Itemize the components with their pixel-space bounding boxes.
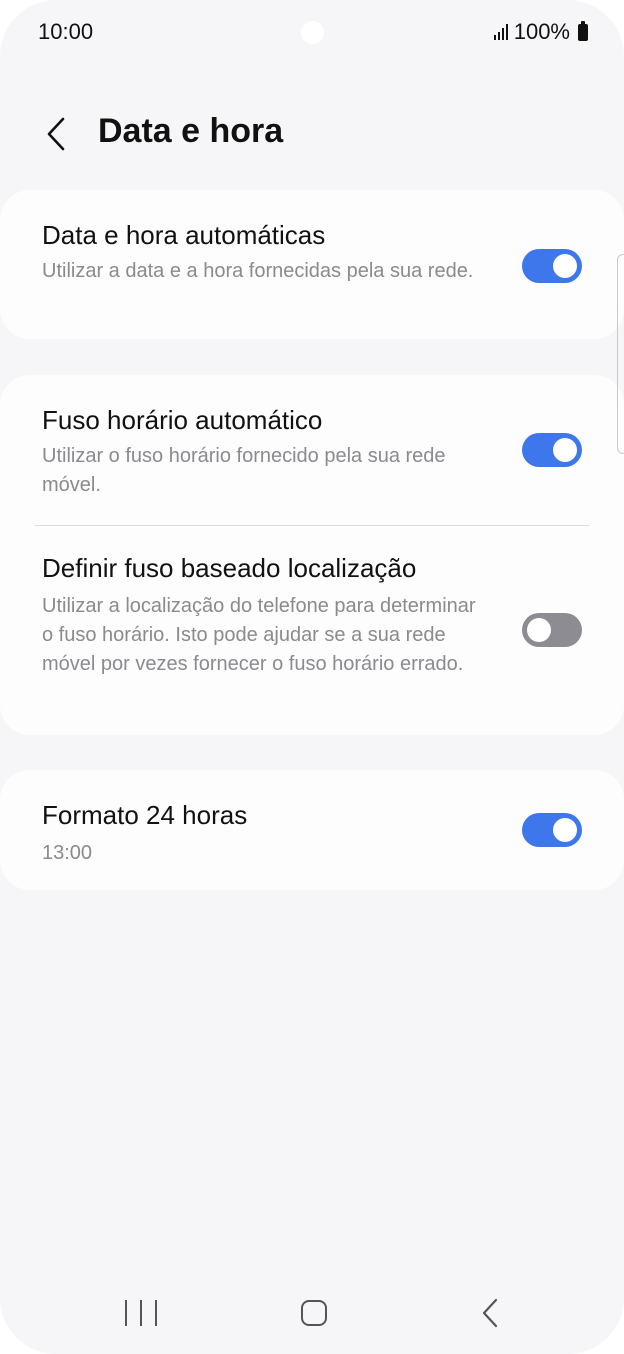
battery-percentage: 100% [513, 19, 570, 44]
chevron-left-icon [47, 117, 65, 151]
card-24h-format: Formato 24 horas 13:00 [0, 770, 624, 890]
location-timezone-toggle[interactable] [522, 613, 582, 647]
page-title: Data e hora [98, 112, 284, 150]
toggle-knob [553, 818, 577, 842]
phone-screen: 10:00 100% Data e hora Data e hora autom… [0, 0, 624, 1354]
setting-description: Utilizar a data e a hora fornecidas pela… [42, 260, 474, 282]
status-time: 10:00 [38, 19, 94, 44]
setting-title: Data e hora automáticas [42, 220, 326, 250]
camera-cutout [301, 21, 324, 44]
card-auto-datetime: Data e hora automáticas Utilizar a data … [0, 190, 624, 339]
battery-icon [578, 20, 588, 41]
status-icons: 100% [493, 19, 588, 45]
toggle-knob [553, 438, 577, 462]
setting-description: Utilizar a localização do telefone para … [42, 595, 476, 675]
auto-datetime-toggle[interactable] [522, 249, 582, 283]
format-24h-toggle[interactable] [522, 813, 582, 847]
signal-icon [493, 24, 508, 40]
setting-auto-timezone[interactable]: Fuso horário automático Utilizar o fuso … [0, 375, 624, 525]
nav-back-button[interactable] [474, 1296, 506, 1330]
setting-24h-format[interactable]: Formato 24 horas 13:00 [0, 770, 624, 890]
setting-location-timezone[interactable]: Definir fuso baseado localização Utiliza… [0, 526, 624, 735]
setting-title: Definir fuso baseado localização [42, 553, 417, 583]
setting-description: 13:00 [42, 842, 93, 864]
auto-timezone-toggle[interactable] [522, 433, 582, 467]
back-icon [482, 1298, 498, 1328]
back-button[interactable] [30, 108, 82, 160]
setting-title: Fuso horário automático [42, 405, 323, 435]
setting-auto-datetime[interactable]: Data e hora automáticas Utilizar a data … [0, 190, 624, 339]
scrollbar[interactable] [617, 254, 624, 454]
toggle-knob [553, 254, 577, 278]
toggle-knob [527, 618, 551, 642]
setting-description: Utilizar o fuso horário fornecido pela s… [42, 445, 446, 496]
card-timezone: Fuso horário automático Utilizar o fuso … [0, 375, 624, 735]
recents-button[interactable] [125, 1297, 157, 1329]
recents-icon [125, 1300, 127, 1326]
setting-title: Formato 24 horas [42, 800, 248, 830]
home-button[interactable] [301, 1300, 327, 1326]
